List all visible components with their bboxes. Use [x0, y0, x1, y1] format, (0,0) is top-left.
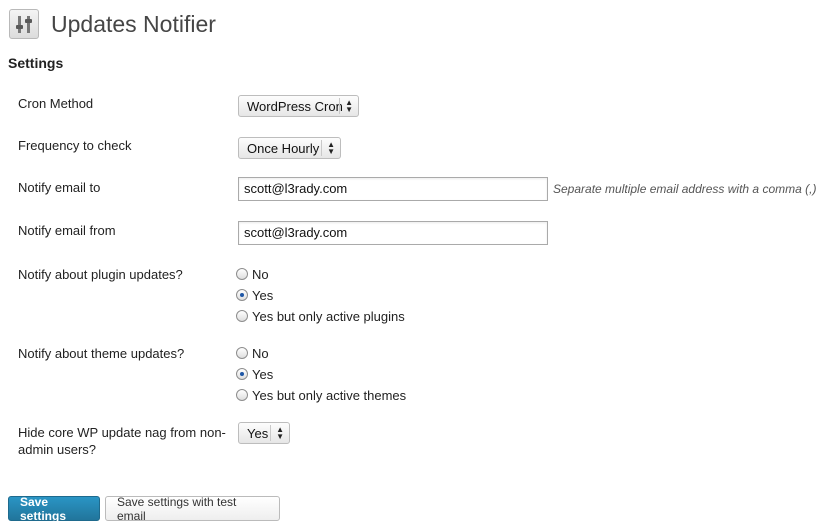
frequency-value: Once Hourly [247, 140, 320, 156]
select-arrows-icon: ▲ ▼ [276, 425, 284, 441]
save-test-email-button[interactable]: Save settings with test email [105, 495, 280, 523]
cron-method-value: WordPress Cron [247, 98, 343, 114]
select-arrows-icon: ▲ ▼ [327, 140, 335, 156]
frequency-select[interactable]: Once Hourly ▲ ▼ [238, 137, 341, 159]
email-to-field[interactable]: scott@l3rady.com [238, 177, 548, 201]
email-to-hint: Separate multiple email address with a c… [553, 182, 817, 196]
email-to-label: Notify email to [18, 180, 101, 195]
cron-method-select[interactable]: WordPress Cron ▲ ▼ [238, 95, 359, 117]
radio-button[interactable] [236, 389, 248, 401]
radio-button[interactable] [236, 347, 248, 359]
page-title: Updates Notifier [51, 10, 216, 37]
save-settings-button[interactable]: Save settings [8, 495, 100, 523]
hide-nag-value: Yes [247, 425, 269, 441]
radio-button[interactable] [236, 310, 248, 322]
radio-button-selected[interactable] [236, 368, 248, 380]
select-arrows-icon: ▲ ▼ [345, 98, 353, 114]
email-from-field[interactable]: scott@l3rady.com [238, 221, 548, 245]
cron-method-label: Cron Method [18, 96, 94, 111]
hide-nag-label: Hide core WP update nag from non- admin … [18, 425, 226, 457]
section-title: Settings [8, 55, 64, 71]
plugin-updates-option-active[interactable]: Yes but only active plugins [236, 307, 405, 325]
theme-updates-label: Notify about theme updates? [18, 346, 185, 361]
plugin-updates-option-yes[interactable]: Yes [236, 286, 273, 304]
sliders-icon [9, 9, 39, 39]
frequency-label: Frequency to check [18, 138, 132, 153]
plugin-updates-label: Notify about plugin updates? [18, 267, 183, 282]
hide-nag-select[interactable]: Yes ▲ ▼ [238, 422, 290, 444]
page-header: Updates Notifier [9, 6, 216, 42]
theme-updates-option-no[interactable]: No [236, 344, 269, 362]
radio-button-selected[interactable] [236, 289, 248, 301]
email-from-label: Notify email from [18, 223, 116, 238]
theme-updates-option-active[interactable]: Yes but only active themes [236, 386, 406, 404]
plugin-updates-option-no[interactable]: No [236, 265, 269, 283]
radio-button[interactable] [236, 268, 248, 280]
theme-updates-option-yes[interactable]: Yes [236, 365, 273, 383]
